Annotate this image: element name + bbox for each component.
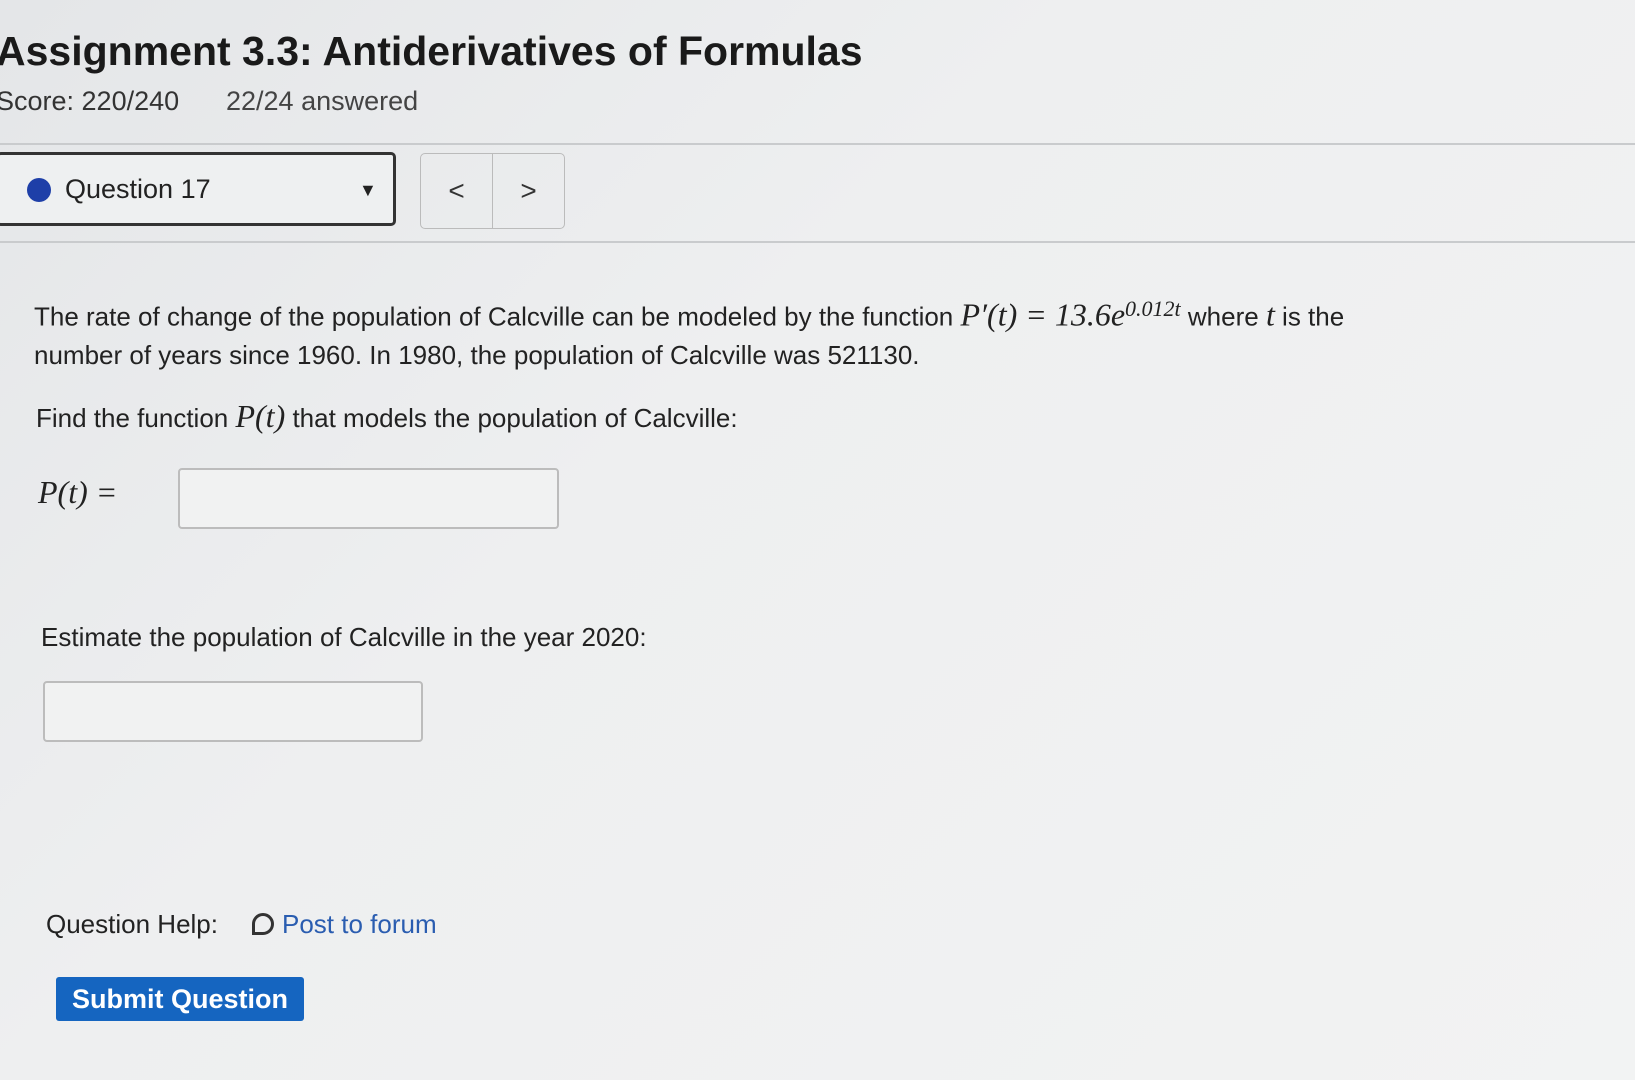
find-function-prompt: Find the function P(t) that models the p…: [36, 398, 738, 434]
post-to-forum-link[interactable]: Post to forum: [252, 909, 437, 940]
answered-count: 22/24 answered: [226, 86, 419, 116]
question-select[interactable]: Question 17 ▼: [0, 152, 396, 226]
pt-answer-input[interactable]: [178, 468, 559, 529]
question-help-label: Question Help:: [46, 909, 218, 939]
caret-down-icon: ▼: [359, 180, 377, 200]
question-text-line1: The rate of change of the population of …: [34, 296, 1345, 333]
divider: [0, 143, 1635, 145]
question-select-label: Question 17: [65, 174, 211, 204]
prev-question-button[interactable]: <: [421, 154, 493, 228]
assignment-title: Assignment 3.3: Antiderivatives of Formu…: [0, 28, 863, 74]
formula-exponent: 0.012t: [1125, 296, 1181, 321]
question-nav: < >: [420, 153, 565, 229]
next-question-button[interactable]: >: [493, 154, 564, 228]
estimate-answer-input[interactable]: [43, 681, 423, 742]
pt-label: P(t) =: [38, 474, 118, 510]
status-dot-icon: [27, 178, 51, 202]
divider: [0, 241, 1635, 243]
formula: P′(t) = 13.6e: [960, 296, 1126, 333]
estimate-prompt: Estimate the population of Calcville in …: [41, 622, 647, 652]
score: Score: 220/240: [0, 86, 180, 116]
speech-bubble-icon: [252, 913, 274, 935]
question-text-line2: number of years since 1960. In 1980, the…: [34, 340, 920, 370]
submit-question-button[interactable]: Submit Question: [56, 977, 304, 1021]
